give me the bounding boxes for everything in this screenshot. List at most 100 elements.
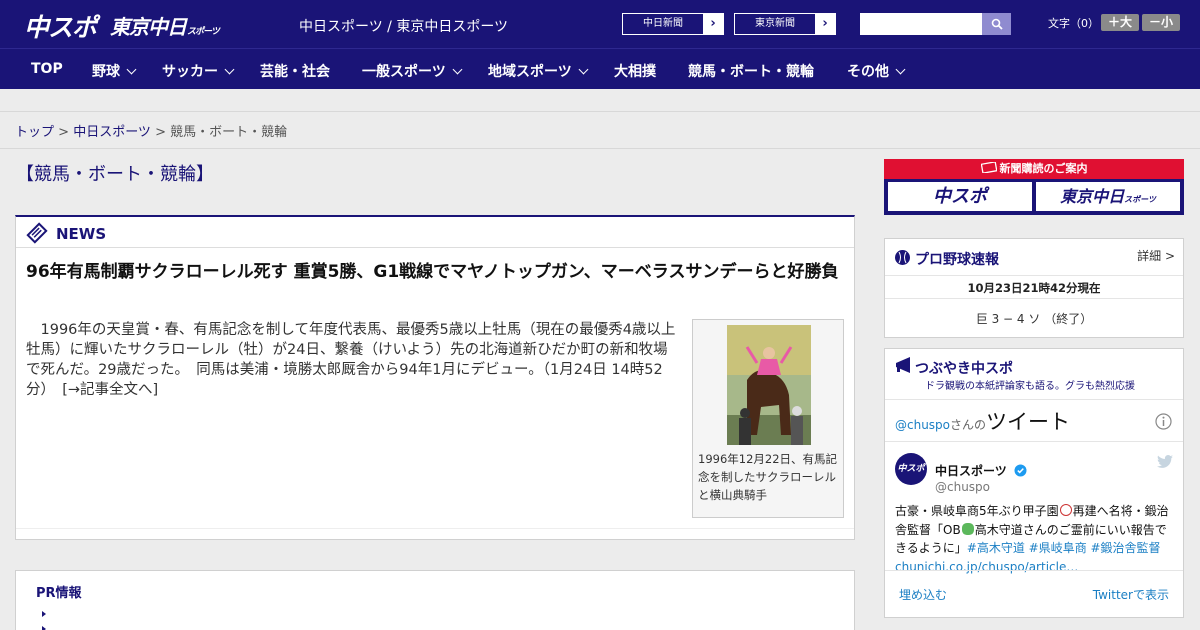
- tokyo-shimbun-link[interactable]: 東京新聞 ›: [734, 13, 836, 35]
- info-icon[interactable]: [1155, 413, 1172, 430]
- twitter-widget-subtitle: ドラ観戦の本紙評論家も語る。グラも熱烈応援: [925, 381, 1135, 392]
- avatar[interactable]: 中スポ: [895, 453, 927, 485]
- tokyo-logo-main: 東京中日: [110, 15, 187, 39]
- news-section: NEWS 96年有馬制覇サクラローレル死す 重賞5勝、G1戦線でマヤノトップガン…: [15, 215, 855, 540]
- baseball-score[interactable]: 巨 3 − 4 ソ （終了）: [885, 310, 1183, 327]
- news-section-label: NEWS: [56, 225, 107, 243]
- tweet-text-part: 古豪・県岐阜商5年ぶり甲子園: [895, 504, 1059, 518]
- chunichi-shimbun-link[interactable]: 中日新聞 ›: [622, 13, 724, 35]
- embed-link[interactable]: 埋め込む: [899, 586, 947, 603]
- subscribe-tokyo-label: 東京中日: [1060, 187, 1125, 206]
- subscription-banner[interactable]: 新聞購読のご案内 中スポ 東京中日スポーツ: [884, 159, 1184, 215]
- search-input[interactable]: [860, 13, 983, 35]
- divider: [885, 570, 1183, 571]
- tweet-user-name-text: 中日スポーツ: [935, 464, 1007, 478]
- breadcrumb: トップ > 中日スポーツ > 競馬・ボート・競輪: [15, 121, 287, 140]
- article-photo: [727, 325, 811, 445]
- nav-label: 芸能・社会: [260, 64, 330, 80]
- subscribe-tokyo-button[interactable]: 東京中日スポーツ: [1036, 182, 1180, 211]
- chevron-down-icon: [578, 64, 589, 74]
- nav-item-baseball[interactable]: 野球: [92, 61, 137, 81]
- nav-label: 野球: [92, 64, 120, 80]
- font-smaller-button[interactable]: －小: [1142, 14, 1180, 31]
- nav-label: その他: [847, 64, 889, 80]
- chevron-right-icon: ›: [815, 14, 835, 34]
- tokyo-chunichi-logo[interactable]: 東京中日スポーツ: [110, 11, 220, 40]
- top-header: 中スポ 東京中日スポーツ 中日スポーツ / 東京中日スポーツ 中日新聞 › 東京…: [0, 0, 1200, 48]
- article-photo-box[interactable]: 1996年12月22日、有馬記念を制したサクラローレルと横山典騎手: [692, 319, 844, 518]
- baseball-timestamp: 10月23日21時42分現在: [967, 281, 1101, 295]
- page-title: 【競馬・ボート・競輪】: [16, 164, 214, 185]
- article-summary[interactable]: 1996年の天皇賞・春、有馬記念を制して年度代表馬、最優秀5歳以上牡馬（現在の最…: [26, 320, 681, 400]
- breadcrumb-sep: >: [54, 125, 74, 140]
- article-title[interactable]: 96年有馬制覇サクラローレル死す 重賞5勝、G1戦線でマヤノトップガン、マーベラ…: [26, 260, 841, 285]
- nav-item-local-sports[interactable]: 地域スポーツ: [488, 61, 589, 81]
- chevron-down-icon: [452, 64, 463, 74]
- baseball-widget-title: プロ野球速報: [915, 252, 999, 268]
- subscribe-chuspo-button[interactable]: 中スポ: [888, 182, 1032, 211]
- site-link-label: 東京新聞: [755, 18, 795, 29]
- nav-item-racing[interactable]: 競馬・ボート・競輪: [688, 61, 814, 81]
- tweet-text[interactable]: 古豪・県岐阜商5年ぶり甲子園 再建へ名将・鍛治舎監督「OB 高木守道さんのご霊前にい…: [895, 502, 1175, 576]
- nav-label: 大相撲: [614, 64, 656, 80]
- newspaper-icon: [980, 161, 998, 174]
- divider: [885, 298, 1183, 299]
- tweet-user-name[interactable]: 中日スポーツ: [935, 462, 1027, 479]
- site-tagline: 中日スポーツ / 東京中日スポーツ: [299, 19, 509, 35]
- nav-item-other[interactable]: その他: [847, 61, 906, 81]
- nav-label: TOP: [31, 61, 63, 77]
- site-link-label: 中日新聞: [643, 18, 683, 29]
- bullet-icon: [42, 626, 46, 630]
- nav-item-general-sports[interactable]: 一般スポーツ: [362, 61, 463, 81]
- chevron-right-icon: ›: [703, 14, 723, 34]
- handle-suffix: さんの: [950, 418, 987, 432]
- bullet-icon: [42, 611, 46, 617]
- tweet-user-handle[interactable]: @chuspo: [935, 480, 990, 494]
- baseball-emoji-icon: [1059, 504, 1072, 516]
- baseball-icon: [895, 250, 910, 265]
- baseball-detail-link[interactable]: 詳細 >: [1137, 247, 1175, 264]
- baseball-scores-widget: プロ野球速報 詳細 > 10月23日21時42分現在 巨 3 − 4 ソ （終了…: [884, 238, 1184, 338]
- nav-item-sumo[interactable]: 大相撲: [614, 61, 656, 81]
- tweet-hashtags[interactable]: #高木守道 #県岐阜商 #鍛治舎監督: [967, 541, 1161, 555]
- news-header: NEWS: [16, 217, 854, 248]
- nav-label: 一般スポーツ: [362, 64, 446, 80]
- tweet-link[interactable]: chunichi.co.jp/chuspo/article…: [895, 560, 1078, 574]
- newspaper-icon: [26, 222, 48, 244]
- verified-icon: [1014, 464, 1027, 477]
- twitter-handle-link[interactable]: @chuspo: [895, 418, 950, 432]
- megaphone-icon: [896, 357, 910, 373]
- font-bigger-button[interactable]: ＋大: [1101, 14, 1139, 31]
- chevron-down-icon: [126, 64, 137, 74]
- chevron-down-icon: [224, 64, 235, 74]
- nav-item-top[interactable]: TOP: [31, 61, 63, 77]
- chuspo-logo[interactable]: 中スポ: [24, 8, 97, 44]
- twitter-bird-icon[interactable]: [1157, 455, 1173, 469]
- nav-label: 地域スポーツ: [488, 64, 572, 80]
- breadcrumb-sep: >: [150, 125, 171, 140]
- pr-title: PR情報: [36, 586, 82, 601]
- tweets-header: @chuspoさんのツイート: [895, 406, 1070, 436]
- main-nav: TOP 野球 サッカー 芸能・社会 一般スポーツ 地域スポーツ 大相撲 競馬・ボ…: [0, 48, 1200, 89]
- breadcrumb-parent[interactable]: 中日スポーツ: [73, 125, 151, 140]
- twitter-widget: つぶやき中スポ ドラ観戦の本紙評論家も語る。グラも熱烈応援 @chuspoさんの…: [884, 348, 1184, 618]
- dragon-emoji-icon: [961, 522, 974, 535]
- chevron-down-icon: [895, 64, 906, 74]
- view-on-twitter-link[interactable]: Twitterで表示: [1093, 586, 1169, 603]
- divider: [16, 528, 854, 529]
- breadcrumb-home[interactable]: トップ: [15, 125, 54, 140]
- breadcrumb-current: 競馬・ボート・競輪: [170, 125, 288, 140]
- tweets-label: ツイート: [986, 410, 1071, 434]
- divider: [885, 399, 1183, 400]
- nav-item-soccer[interactable]: サッカー: [162, 61, 235, 81]
- divider: [0, 148, 1200, 149]
- divider: [885, 441, 1183, 442]
- subscription-title: 新聞購読のご案内: [884, 159, 1184, 179]
- twitter-widget-title: つぶやき中スポ: [915, 361, 1013, 377]
- subscribe-tokyo-sub: スポーツ: [1124, 195, 1156, 204]
- pr-section: PR情報: [15, 570, 855, 630]
- search-icon: [991, 18, 1003, 30]
- nav-item-entertainment[interactable]: 芸能・社会: [260, 61, 330, 81]
- nav-label: サッカー: [162, 64, 218, 80]
- search-button[interactable]: [982, 13, 1011, 35]
